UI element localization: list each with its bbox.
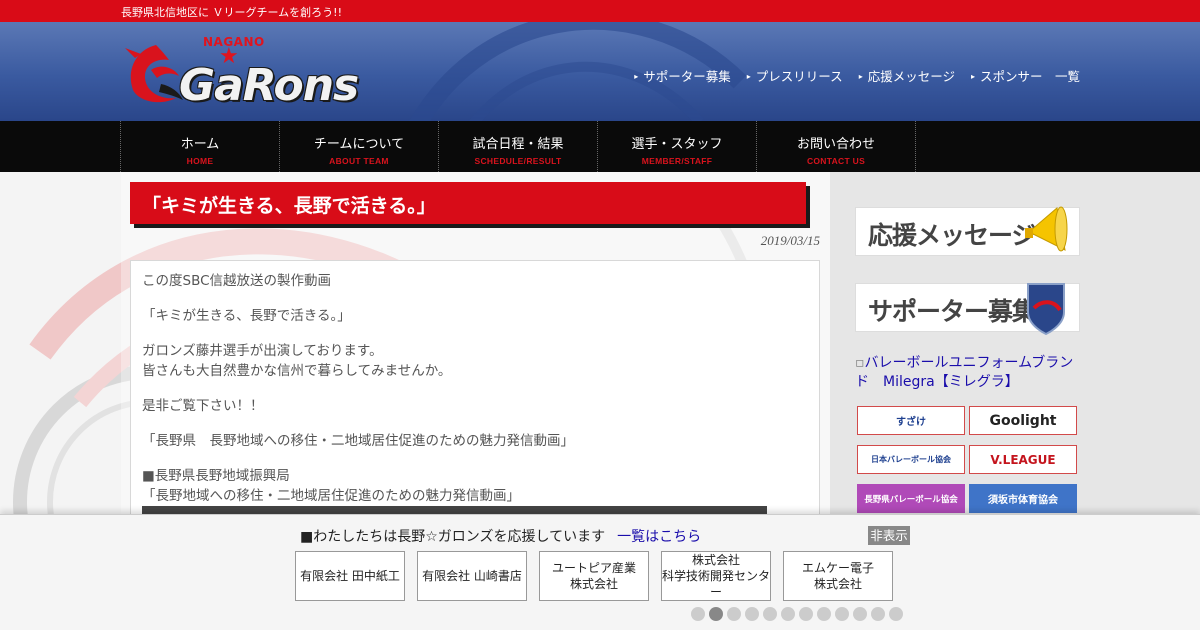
bullet-icon: ▸ [858, 72, 863, 81]
top-strip: 長野県北信地区に Ｖリーグチームを創ろう!! [0, 0, 1200, 22]
partner-logo-suzake[interactable]: すざけ [857, 406, 965, 435]
bullet-icon: ▸ [970, 72, 975, 81]
hide-button[interactable]: 非表示 [868, 526, 910, 545]
carousel-pager [691, 607, 903, 621]
post-line: 皆さんも大自然豊かな信州で暮らしてみませんか。 [142, 363, 452, 379]
megaphone-icon [1025, 206, 1068, 252]
carousel-dot[interactable] [727, 607, 741, 621]
sponsor-list-link[interactable]: 一覧はこちら [617, 529, 701, 545]
sponsor-card[interactable]: 株式会社 科学技術開発センター [661, 551, 771, 601]
sponsor-card[interactable]: ユートピア産業 株式会社 [539, 551, 649, 601]
supporter-banner[interactable]: サポーター募集 [855, 283, 1080, 336]
header-link-supporter[interactable]: ▸ サポーター募集 [634, 66, 731, 85]
partner-logo-suzaka-sports[interactable]: 須坂市体育協会 [969, 484, 1077, 513]
carousel-dot[interactable] [691, 607, 705, 621]
nav-item-home[interactable]: ホーム HOME [121, 121, 280, 172]
logo-wordmark: GaRons [179, 60, 359, 111]
message-banner[interactable]: 応援メッセージ [855, 206, 1080, 256]
post-line: 「キミが生きる、長野で活きる。」 [142, 308, 351, 324]
carousel-dot[interactable] [781, 607, 795, 621]
sponsor-card[interactable]: 有限会社 田中紙工 [295, 551, 405, 601]
bullet-icon: ▸ [746, 72, 751, 81]
post-date: 2019/03/15 [760, 233, 820, 248]
post-line: ■長野県長野地域振興局 [142, 468, 290, 484]
carousel-dot[interactable] [835, 607, 849, 621]
main-nav: ホーム HOME チームについて ABOUT TEAM 試合日程・結果 SCHE… [0, 121, 1200, 172]
nav-item-schedule[interactable]: 試合日程・結果 SCHEDULE/RESULT [439, 121, 598, 172]
nav-item-about[interactable]: チームについて ABOUT TEAM [280, 121, 439, 172]
header-link-message[interactable]: ▸ 応援メッセージ [859, 66, 955, 85]
nav-item-contact[interactable]: お問い合わせ CONTACT US [757, 121, 916, 172]
carousel-dot[interactable] [709, 607, 723, 621]
header-link-sponsors[interactable]: ▸ スポンサー 一覧 [971, 66, 1080, 85]
nav-item-member[interactable]: 選手・スタッフ MEMBER/STAFF [598, 121, 757, 172]
carousel-dot[interactable] [889, 607, 903, 621]
post-line: ガロンズ藤井選手が出演しております。 [142, 343, 383, 359]
carousel-dot[interactable] [853, 607, 867, 621]
post-title-bar: 「キミが生きる、長野で活きる。」 [130, 182, 806, 224]
sponsor-card[interactable]: 有限会社 山崎書店 [417, 551, 527, 601]
partner-logo-nagano-va[interactable]: 長野県バレーボール協会 [857, 484, 965, 513]
sponsor-heading: ■わたしたちは長野☆ガロンズを応援しています 一覧はこちら [300, 529, 702, 545]
post-line: 是非ご覧下さい！！ [142, 398, 264, 414]
post-line: 「長野地域への移住・二地域居住促進のための魅力発信動画」 [142, 488, 520, 504]
partner-logo-jva[interactable]: 日本バレーボール協会 [857, 445, 965, 474]
tagline: 長野県北信地区に Ｖリーグチームを創ろう!! [121, 6, 342, 19]
post-line: 「長野県 長野地域への移住・二地域居住促進のための魅力発信動画」 [142, 433, 574, 449]
bullet-icon: ▸ [634, 72, 639, 81]
carousel-dot[interactable] [763, 607, 777, 621]
carousel-dot[interactable] [745, 607, 759, 621]
post-line: この度SBC信越放送の製作動画 [142, 273, 332, 289]
site-logo[interactable]: NAGANO ★ GaRons [121, 32, 411, 118]
post-title: 「キミが生きる、長野で活きる。」 [142, 195, 436, 217]
site-header: NAGANO ★ GaRons ▸ サポーター募集 ▸ プレスリリース ▸ 応援メッセ… [0, 22, 1200, 121]
carousel-dot[interactable] [817, 607, 831, 621]
header-links: ▸ サポーター募集 ▸ プレスリリース ▸ 応援メッセージ ▸ スポンサー 一覧 [618, 66, 1080, 85]
sponsor-card[interactable]: エムケー電子 株式会社 [783, 551, 893, 601]
partner-logo-goolight[interactable]: Goolight [969, 406, 1077, 435]
carousel-dot[interactable] [871, 607, 885, 621]
sponsor-bar: ■わたしたちは長野☆ガロンズを応援しています 一覧はこちら 非表示 有限会社 田中… [0, 514, 1200, 630]
broken-image-icon: ▫ [855, 355, 865, 371]
post-body: この度SBC信越放送の製作動画 「キミが生きる、長野で活きる。」 ガロンズ藤井選… [130, 260, 820, 531]
partner-logo-vleague[interactable]: V.LEAGUE [969, 445, 1077, 474]
carousel-dot[interactable] [799, 607, 813, 621]
shield-emblem-icon [1027, 283, 1065, 336]
header-link-press[interactable]: ▸ プレスリリース [747, 66, 843, 85]
uniform-brand-link[interactable]: ▫バレーボールユニフォームブランド Milegra【ミレグラ】 [855, 354, 1080, 392]
